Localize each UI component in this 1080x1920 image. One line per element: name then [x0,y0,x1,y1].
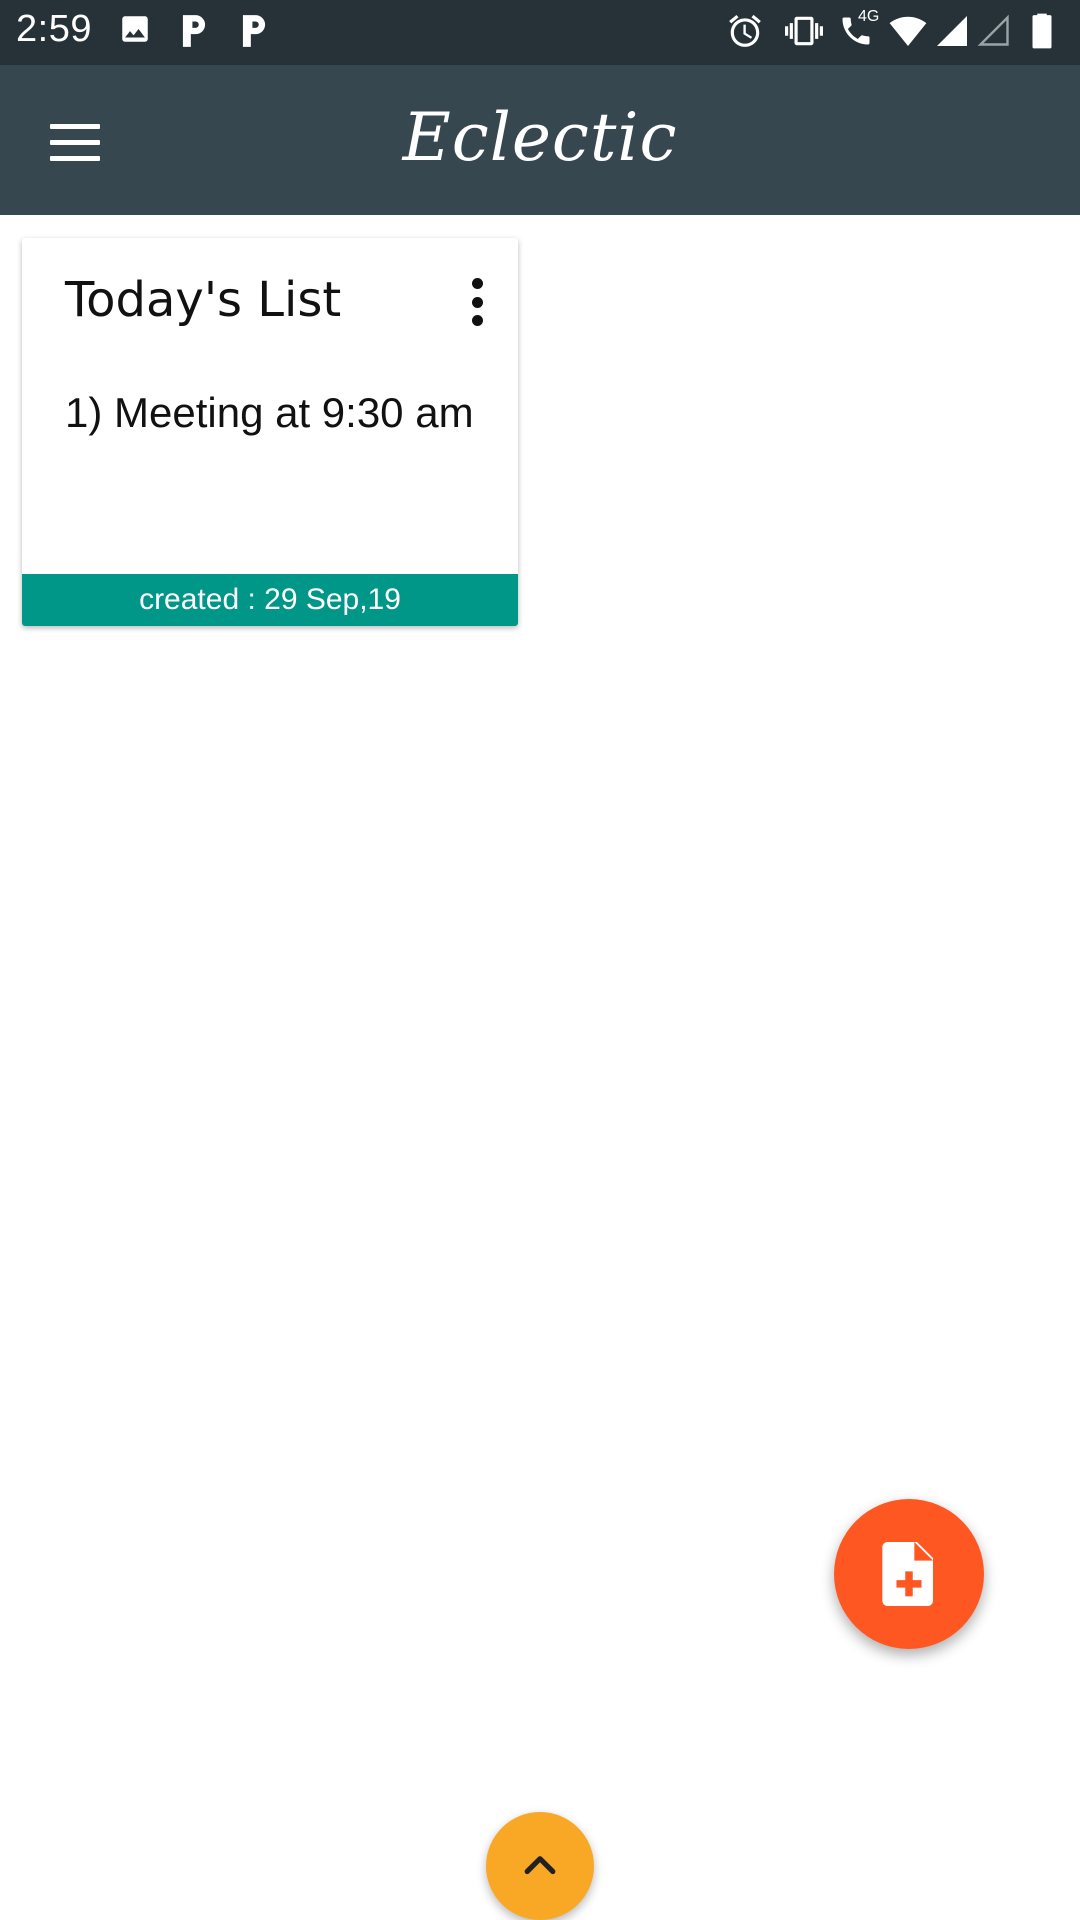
status-time: 2:59 [16,8,92,50]
alarm-icon [726,12,764,52]
note-title: Today's List [65,272,342,328]
note-card[interactable]: Today's List 1) Meeting at 9:30 am creat… [22,238,518,626]
app-bar: Eclectic [0,65,1080,215]
image-icon [118,12,152,52]
battery-icon [1030,12,1054,52]
scroll-up-button[interactable] [486,1812,594,1920]
add-note-button[interactable] [834,1499,984,1649]
parking-icon [178,12,210,52]
status-bar: 2:59 4G [0,0,1080,65]
wifi-icon [888,12,928,52]
vibrate-icon [782,12,826,52]
screen: 2:59 4G Eclectic Today's List 1) Meeting… [0,0,1080,1920]
note-body: 1) Meeting at 9:30 am [65,389,474,436]
parking-icon [238,12,270,52]
network-type: 4G [858,8,880,25]
app-title: Eclectic [402,99,678,176]
note-created-date: created : 29 Sep,19 [22,574,518,626]
signal-empty-icon [976,12,1012,52]
signal-icon [934,12,970,52]
note-add-icon [882,1542,933,1606]
more-vert-icon[interactable] [462,274,492,330]
wifi-call-icon: 4G [838,8,879,52]
chevron-up-icon [524,1856,556,1875]
